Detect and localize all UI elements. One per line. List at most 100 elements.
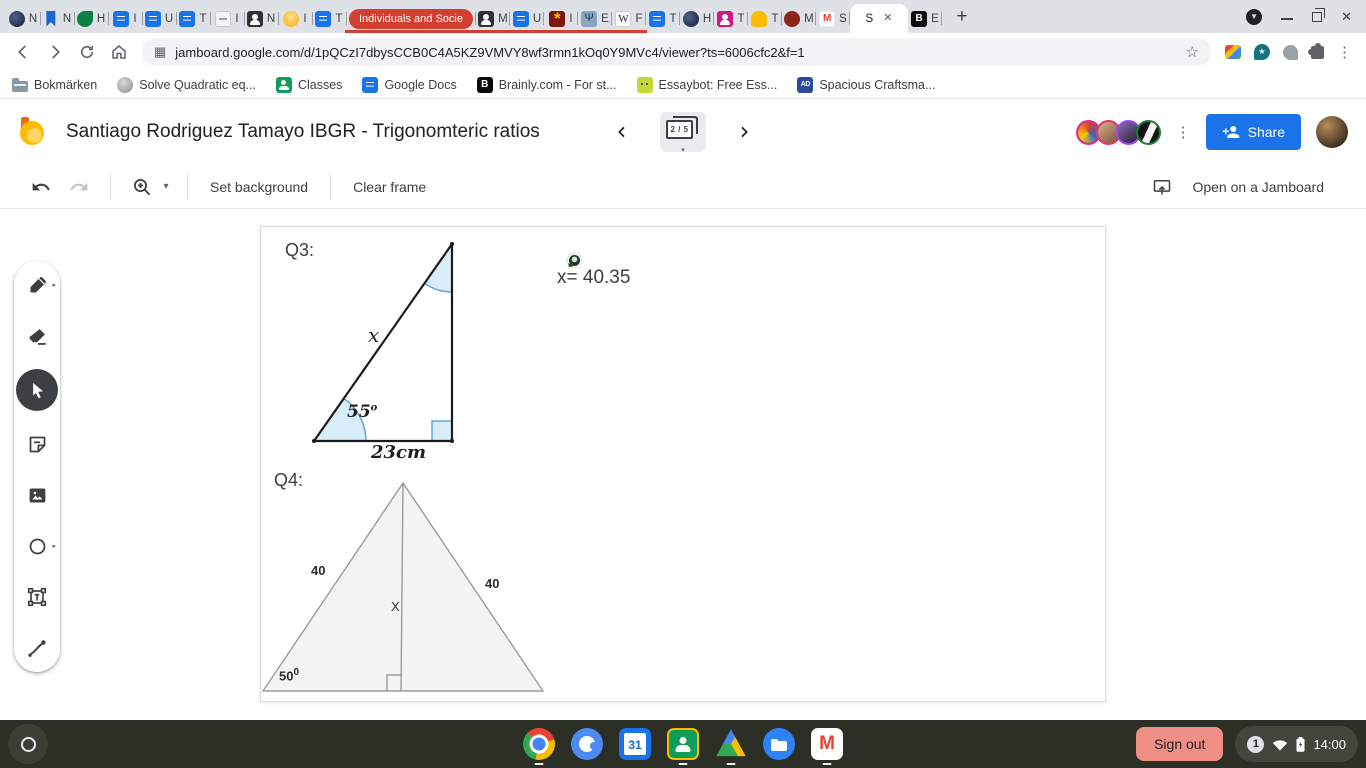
browser-tab[interactable]: I	[278, 4, 313, 33]
browser-tab[interactable]: S ✕	[849, 4, 908, 33]
browser-tab[interactable]: H	[74, 4, 109, 33]
select-tool-button[interactable]	[16, 369, 58, 411]
home-button[interactable]	[104, 37, 134, 67]
browser-tab[interactable]: H	[680, 4, 715, 33]
redo-button[interactable]	[60, 168, 98, 206]
account-avatar[interactable]	[1316, 116, 1348, 148]
maximize-icon[interactable]	[1312, 7, 1326, 22]
shelf-app-theme[interactable]	[569, 721, 605, 767]
bookmark-item[interactable]: Bokmärken	[12, 77, 97, 92]
tab-favicon	[283, 10, 300, 27]
bookmark-item[interactable]: Solve Quadratic eq...	[117, 76, 256, 93]
browser-tab[interactable]: N	[6, 4, 41, 33]
puzzle-icon[interactable]	[1308, 42, 1324, 59]
frame-selector[interactable]: 2 / 5 ▾	[660, 112, 706, 154]
sign-out-button[interactable]: Sign out	[1136, 727, 1224, 761]
tab-favicon	[8, 10, 25, 27]
browser-tab[interactable]: T	[748, 4, 783, 33]
tab-title: T	[199, 12, 207, 25]
browser-tab[interactable]: N	[40, 4, 75, 33]
open-on-jamboard-button[interactable]: Open on a Jamboard	[1152, 177, 1344, 197]
shelf-app-gmail[interactable]	[809, 721, 845, 767]
tab-title: H	[702, 12, 712, 25]
browser-tab[interactable]: T	[646, 4, 681, 33]
previous-frame-button[interactable]	[608, 118, 636, 146]
bookmark-item[interactable]: Google Docs	[362, 76, 457, 93]
minimize-icon[interactable]	[1281, 17, 1294, 20]
zoom-button[interactable]	[123, 168, 161, 206]
browser-tab[interactable]: M	[474, 4, 511, 33]
jamboard-canvas[interactable]: Q3: x 55o 23cm x= 40.35 Q4: 40 40 X 500 …	[260, 226, 1106, 702]
sticky-note-tool-button[interactable]	[19, 426, 55, 462]
document-title[interactable]: Santiago Rodriguez Tamayo IBGR - Trigono…	[66, 121, 540, 143]
text-box-tool-button[interactable]	[19, 579, 55, 615]
browser-tab[interactable]: I	[108, 4, 143, 33]
pen-tool-button[interactable]: ▸	[19, 267, 56, 303]
close-window-icon[interactable]: ✕	[1341, 9, 1352, 25]
bookmark-label: Solve Quadratic eq...	[139, 77, 256, 92]
files-icon	[763, 728, 795, 760]
tab-favicon	[113, 10, 130, 27]
forward-icon	[52, 45, 60, 59]
browser-tab[interactable]: N	[244, 4, 279, 33]
back-button[interactable]	[8, 37, 38, 67]
browser-tab[interactable]: Individuals and Socie	[345, 4, 477, 33]
collaborator-avatar[interactable]	[1135, 119, 1161, 145]
next-frame-button[interactable]	[730, 118, 758, 146]
set-background-button[interactable]: Set background	[200, 179, 318, 195]
tab-favicon	[717, 10, 734, 27]
tab-close-icon[interactable]: ✕	[883, 13, 892, 24]
new-tab-button[interactable]: +	[948, 3, 976, 31]
browser-tab[interactable]: U	[142, 4, 177, 33]
extensions-area: ⋮	[1219, 42, 1358, 61]
reload-icon	[80, 45, 94, 59]
browser-tab[interactable]: T	[176, 4, 211, 33]
browser-tab[interactable]: E	[908, 4, 943, 33]
bookmark-item[interactable]: Essaybot: Free Ess...	[636, 76, 777, 93]
shelf-app-drive[interactable]	[713, 721, 749, 767]
browser-tab[interactable]: S	[816, 4, 851, 33]
site-info-icon[interactable]: ▦	[154, 44, 166, 60]
browser-tab[interactable]: T	[714, 4, 749, 33]
browser-tab[interactable]: M	[782, 4, 817, 33]
browser-tab[interactable]: E	[576, 4, 613, 33]
shelf-app-chrome[interactable]	[521, 721, 557, 767]
speech-bubble-icon[interactable]	[1283, 44, 1298, 60]
browser-tab[interactable]: I	[210, 4, 245, 33]
shelf-app-files[interactable]	[761, 721, 797, 767]
tab-favicon	[682, 10, 699, 27]
share-button[interactable]: Share	[1205, 114, 1301, 150]
address-bar[interactable]: ▦ jamboard.google.com/d/1pQCzI7dbysCCB0C…	[142, 38, 1211, 66]
more-options-icon[interactable]: ⋮	[1176, 123, 1191, 141]
tab-search-icon[interactable]: ▼	[1246, 8, 1263, 25]
shelf-app-classroom[interactable]	[665, 721, 701, 767]
collaborator-cursor-avatar	[568, 254, 581, 267]
bookmark-item[interactable]: Spacious Craftsma...	[797, 76, 935, 93]
bookmark-item[interactable]: Classes	[275, 76, 342, 93]
url-text[interactable]: jamboard.google.com/d/1pQCzI7dbysCCB0C4A…	[175, 45, 1176, 60]
browser-tab[interactable]: I	[542, 4, 579, 33]
home-icon	[112, 45, 126, 59]
chat-star-icon[interactable]	[1254, 44, 1270, 60]
eraser-tool-button[interactable]	[19, 318, 55, 354]
jamboard-toolbar: ▾ Set background Clear frame Open on a J…	[0, 165, 1366, 209]
undo-button[interactable]	[22, 168, 60, 206]
shelf-app-calendar[interactable]	[617, 721, 653, 767]
launcher-button[interactable]	[8, 724, 48, 764]
cards-stack-icon[interactable]	[1225, 45, 1241, 59]
browser-tab[interactable]: F	[610, 4, 647, 33]
clear-frame-button[interactable]: Clear frame	[343, 179, 436, 195]
bookmark-star-icon[interactable]: ☆	[1186, 43, 1199, 61]
forward-button[interactable]	[40, 37, 70, 67]
browser-tab[interactable]: T	[312, 4, 347, 33]
reload-button[interactable]	[72, 37, 102, 67]
browser-menu-icon[interactable]: ⋮	[1337, 43, 1352, 61]
browser-tab[interactable]: U	[508, 4, 545, 33]
status-tray[interactable]: 1 14:00	[1235, 726, 1358, 762]
shape-tool-button[interactable]: ▸	[19, 528, 56, 564]
tab-title: U	[164, 12, 174, 25]
zoom-menu-caret-icon[interactable]: ▾	[157, 181, 175, 192]
bookmark-item[interactable]: Brainly.com - For st...	[476, 76, 617, 93]
image-tool-button[interactable]	[19, 477, 55, 513]
laser-tool-button[interactable]	[19, 630, 55, 666]
